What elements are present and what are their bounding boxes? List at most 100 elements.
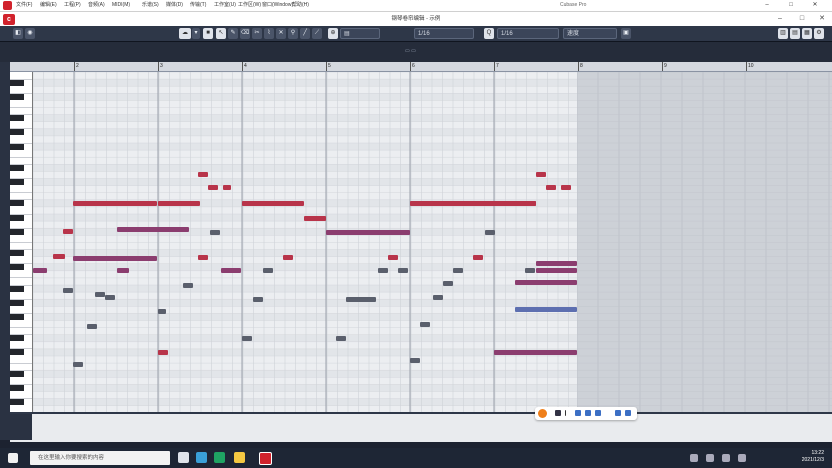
black-key[interactable] [10, 143, 24, 150]
midi-note[interactable] [73, 256, 157, 261]
task-view-icon[interactable] [178, 452, 189, 463]
split-tool-icon[interactable]: ✂ [252, 28, 262, 39]
layout-bottom-icon[interactable]: ▦ [802, 28, 812, 39]
select-tool-icon[interactable]: ↖ [216, 28, 226, 39]
volume-icon[interactable] [722, 454, 730, 462]
midi-note[interactable] [546, 185, 556, 190]
inspector-toggle-icon[interactable]: ◧ [13, 28, 23, 39]
midi-note[interactable] [473, 255, 483, 260]
midi-note[interactable] [105, 295, 115, 300]
midi-note[interactable] [223, 185, 231, 190]
midi-note[interactable] [525, 268, 535, 273]
black-key[interactable] [10, 164, 24, 171]
zoom-tool-icon[interactable]: ⚲ [288, 28, 298, 39]
edge-icon[interactable] [214, 452, 225, 463]
black-key[interactable] [10, 264, 24, 271]
stop-icon[interactable]: ■ [203, 28, 213, 39]
draw-tool-icon[interactable]: ✎ [228, 28, 238, 39]
chevron-down-icon[interactable]: ▾ [192, 28, 200, 39]
midi-note[interactable] [117, 227, 189, 232]
black-key[interactable] [10, 370, 24, 377]
black-key[interactable] [10, 384, 24, 391]
midi-note[interactable] [198, 255, 208, 260]
midi-note[interactable] [453, 268, 463, 273]
midi-note[interactable] [536, 172, 546, 177]
erase-tool-icon[interactable]: ⌫ [240, 28, 250, 39]
midi-note[interactable] [63, 288, 73, 293]
midi-note[interactable] [433, 295, 443, 300]
midi-note[interactable] [420, 322, 430, 327]
midi-note[interactable] [326, 230, 410, 235]
file-explorer-icon[interactable] [234, 452, 245, 463]
midi-note[interactable] [485, 230, 495, 235]
black-key[interactable] [10, 115, 24, 122]
menu-item[interactable]: 帮助(H) [292, 1, 309, 10]
midi-note[interactable] [242, 336, 252, 341]
midi-note[interactable] [336, 336, 346, 341]
info-toggle-icon[interactable]: ◉ [25, 28, 35, 39]
midi-note[interactable] [73, 201, 157, 206]
midi-note[interactable] [158, 201, 200, 206]
black-key[interactable] [10, 79, 24, 86]
menu-item[interactable]: MIDI(M) [112, 1, 130, 10]
glue-tool-icon[interactable]: ⌇ [264, 28, 274, 39]
menu-item[interactable]: 工程(P) [64, 1, 81, 10]
line-tool-icon[interactable]: ╱ [300, 28, 310, 39]
black-key[interactable] [10, 335, 24, 342]
midi-note[interactable] [398, 268, 408, 273]
midi-note[interactable] [346, 297, 376, 302]
black-key[interactable] [10, 313, 24, 320]
menu-item[interactable]: 编辑(E) [40, 1, 57, 10]
more-icon[interactable] [615, 410, 621, 416]
recorder-icon[interactable] [538, 409, 547, 418]
midi-note[interactable] [304, 216, 326, 221]
black-key[interactable] [10, 93, 24, 100]
midi-note[interactable] [536, 268, 577, 273]
window-minimize-icon[interactable]: – [770, 14, 790, 24]
midi-note[interactable] [183, 283, 193, 288]
black-key[interactable] [10, 214, 24, 221]
text-icon[interactable] [555, 410, 561, 416]
midi-note[interactable] [87, 324, 97, 329]
tray-arrow-icon[interactable] [690, 454, 698, 462]
menu-item[interactable]: 文件(F) [16, 1, 32, 10]
layout-top-icon[interactable]: ▤ [790, 28, 800, 39]
menu-item[interactable]: 音频(A) [88, 1, 105, 10]
quantize-icon[interactable]: Q [484, 28, 494, 39]
midi-note[interactable] [210, 230, 220, 235]
midi-note[interactable] [33, 268, 47, 273]
midi-note[interactable] [283, 255, 293, 260]
midi-note[interactable] [388, 255, 398, 260]
color-icon[interactable] [585, 410, 591, 416]
midi-note[interactable] [242, 201, 304, 206]
midi-note[interactable] [63, 229, 73, 234]
trim-tool-icon[interactable]: ⟋ [312, 28, 322, 39]
menu-item[interactable]: 工作室(U) [214, 1, 236, 10]
menu-item[interactable]: 传输(T) [190, 1, 206, 10]
minimize-icon[interactable]: – [760, 1, 774, 10]
menu-item[interactable]: 工作区(W) [238, 1, 261, 10]
midi-note[interactable] [208, 185, 218, 190]
menu-item[interactable]: 窗口(Window) [262, 1, 293, 10]
midi-note[interactable] [515, 280, 577, 285]
midi-note[interactable] [494, 201, 536, 206]
length-select[interactable]: 1/16 [497, 28, 559, 39]
controller-lane[interactable] [10, 412, 832, 442]
midi-note[interactable] [158, 350, 168, 355]
midi-note[interactable] [117, 268, 129, 273]
midi-note[interactable] [263, 268, 273, 273]
midi-note[interactable] [198, 172, 208, 177]
black-key[interactable] [10, 228, 24, 235]
midi-note[interactable] [536, 261, 577, 266]
shape-icon[interactable] [575, 410, 581, 416]
auto-scroll-icon[interactable]: ☁ [179, 28, 191, 39]
taskbar-search-input[interactable]: 在这里输入你要搜索的内容 [30, 451, 170, 465]
piano-keyboard[interactable] [10, 72, 33, 412]
midi-note[interactable] [494, 350, 577, 355]
maximize-icon[interactable]: □ [784, 1, 798, 10]
black-key[interactable] [10, 299, 24, 306]
black-key[interactable] [10, 285, 24, 292]
language-icon[interactable] [738, 454, 746, 462]
chrome-icon[interactable] [196, 452, 207, 463]
cubase-taskbar-icon[interactable] [259, 452, 272, 465]
